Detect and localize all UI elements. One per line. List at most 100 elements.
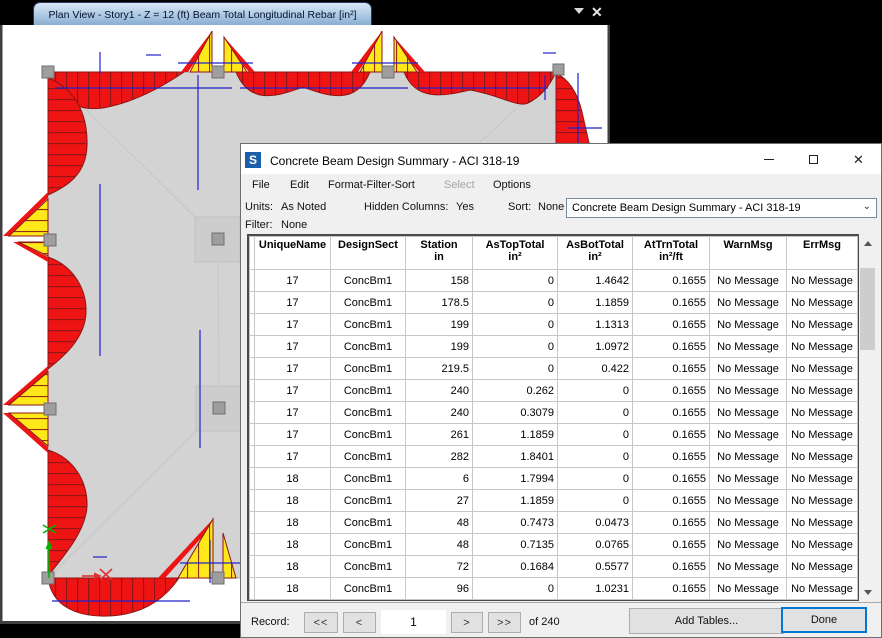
table-cell[interactable]: 0.7135 — [473, 534, 558, 556]
table-cell[interactable]: 0 — [473, 336, 558, 358]
table-cell[interactable]: 96 — [406, 578, 473, 600]
table-cell[interactable]: No Message — [710, 314, 787, 336]
table-row[interactable]: 17ConcBm12611.185900.1655No MessageNo Me… — [250, 424, 858, 446]
table-cell[interactable]: ConcBm1 — [331, 512, 406, 534]
table-row[interactable]: 17ConcBm12400.26200.1655No MessageNo Mes… — [250, 380, 858, 402]
table-cell[interactable]: 1.0231 — [558, 578, 633, 600]
table-cell[interactable]: 0.1655 — [633, 336, 710, 358]
table-cell[interactable]: 0 — [473, 314, 558, 336]
table-cell[interactable]: No Message — [787, 490, 858, 512]
table-cell[interactable]: 199 — [406, 336, 473, 358]
table-cell[interactable]: 0 — [473, 358, 558, 380]
table-cell[interactable]: ConcBm1 — [331, 468, 406, 490]
table-cell[interactable]: 158 — [406, 270, 473, 292]
table-cell[interactable]: 0.1655 — [633, 292, 710, 314]
table-cell[interactable]: 0.5577 — [558, 556, 633, 578]
table-cell[interactable]: 18 — [255, 578, 331, 600]
scroll-down-button[interactable] — [860, 584, 875, 600]
table-cell[interactable]: ConcBm1 — [331, 490, 406, 512]
first-record-button[interactable]: << — [304, 612, 338, 633]
table-cell[interactable]: 72 — [406, 556, 473, 578]
table-cell[interactable]: 0.1655 — [633, 556, 710, 578]
table-row[interactable]: 17ConcBm119901.13130.1655No MessageNo Me… — [250, 314, 858, 336]
table-cell[interactable]: 0.1655 — [633, 358, 710, 380]
table-cell[interactable]: No Message — [710, 380, 787, 402]
table-cell[interactable]: No Message — [710, 270, 787, 292]
table-cell[interactable]: 240 — [406, 380, 473, 402]
table-cell[interactable]: ConcBm1 — [331, 292, 406, 314]
table-row[interactable]: 17ConcBm1219.500.4220.1655No MessageNo M… — [250, 358, 858, 380]
table-cell[interactable]: No Message — [710, 292, 787, 314]
table-cell[interactable]: 282 — [406, 446, 473, 468]
table-cell[interactable]: 0.1655 — [633, 424, 710, 446]
table-cell[interactable]: No Message — [710, 358, 787, 380]
table-cell[interactable]: ConcBm1 — [331, 402, 406, 424]
table-cell[interactable]: No Message — [787, 380, 858, 402]
table-selector-dropdown[interactable]: Concrete Beam Design Summary - ACI 318-1… — [566, 198, 877, 218]
table-cell[interactable]: 0.1655 — [633, 512, 710, 534]
table-cell[interactable]: No Message — [787, 534, 858, 556]
table-cell[interactable]: No Message — [787, 556, 858, 578]
table-cell[interactable]: 17 — [255, 402, 331, 424]
table-cell[interactable]: 0.7473 — [473, 512, 558, 534]
table-row[interactable]: 17ConcBm119901.09720.1655No MessageNo Me… — [250, 336, 858, 358]
table-cell[interactable]: No Message — [787, 336, 858, 358]
table-cell[interactable]: 18 — [255, 512, 331, 534]
scrollbar-thumb[interactable] — [860, 268, 875, 350]
table-cell[interactable]: 1.7994 — [473, 468, 558, 490]
table-cell[interactable]: 0 — [558, 380, 633, 402]
table-row[interactable]: 18ConcBm1480.71350.07650.1655No MessageN… — [250, 534, 858, 556]
table-cell[interactable]: 261 — [406, 424, 473, 446]
table-row[interactable]: 18ConcBm1720.16840.55770.1655No MessageN… — [250, 556, 858, 578]
table-cell[interactable]: 0 — [558, 446, 633, 468]
table-cell[interactable]: 0.1655 — [633, 270, 710, 292]
table-row[interactable]: 18ConcBm1271.185900.1655No MessageNo Mes… — [250, 490, 858, 512]
table-cell[interactable]: 0 — [558, 424, 633, 446]
menu-options[interactable]: Options — [493, 179, 531, 191]
table-cell[interactable]: 0.1655 — [633, 490, 710, 512]
table-cell[interactable]: 17 — [255, 446, 331, 468]
table-cell[interactable]: 17 — [255, 424, 331, 446]
table-row[interactable]: 18ConcBm1480.74730.04730.1655No MessageN… — [250, 512, 858, 534]
table-cell[interactable]: 0.262 — [473, 380, 558, 402]
table-cell[interactable]: 27 — [406, 490, 473, 512]
table-cell[interactable]: No Message — [787, 468, 858, 490]
table-cell[interactable]: 6 — [406, 468, 473, 490]
table-cell[interactable]: ConcBm1 — [331, 578, 406, 600]
table-cell[interactable]: 0.1655 — [633, 314, 710, 336]
table-cell[interactable]: No Message — [787, 402, 858, 424]
table-cell[interactable]: 0.422 — [558, 358, 633, 380]
table-cell[interactable]: 0 — [473, 292, 558, 314]
table-cell[interactable]: No Message — [787, 358, 858, 380]
menu-select[interactable]: Select — [444, 179, 475, 191]
table-cell[interactable]: No Message — [710, 402, 787, 424]
table-cell[interactable]: No Message — [710, 534, 787, 556]
table-cell[interactable]: ConcBm1 — [331, 314, 406, 336]
table-cell[interactable]: No Message — [710, 424, 787, 446]
table-cell[interactable]: No Message — [787, 424, 858, 446]
table-cell[interactable]: 0 — [473, 578, 558, 600]
table-cell[interactable]: 0.1655 — [633, 578, 710, 600]
table-cell[interactable]: No Message — [787, 512, 858, 534]
table-cell[interactable]: 1.1859 — [473, 424, 558, 446]
maximize-button[interactable] — [791, 145, 836, 173]
table-cell[interactable]: 240 — [406, 402, 473, 424]
table-cell[interactable]: 0.1655 — [633, 402, 710, 424]
table-cell[interactable]: 0.1655 — [633, 446, 710, 468]
table-cell[interactable]: 18 — [255, 556, 331, 578]
table-cell[interactable]: No Message — [787, 292, 858, 314]
table-cell[interactable]: ConcBm1 — [331, 446, 406, 468]
table-row[interactable]: 17ConcBm1178.501.18590.1655No MessageNo … — [250, 292, 858, 314]
table-cell[interactable]: No Message — [710, 512, 787, 534]
table-cell[interactable]: No Message — [787, 446, 858, 468]
menu-edit[interactable]: Edit — [290, 179, 309, 191]
record-number-input[interactable] — [381, 610, 446, 634]
table-cell[interactable]: 0 — [558, 402, 633, 424]
table-cell[interactable]: No Message — [710, 446, 787, 468]
table-cell[interactable]: 48 — [406, 534, 473, 556]
table-cell[interactable]: 178.5 — [406, 292, 473, 314]
table-cell[interactable]: ConcBm1 — [331, 270, 406, 292]
last-record-button[interactable]: >> — [488, 612, 521, 633]
table-cell[interactable]: ConcBm1 — [331, 336, 406, 358]
close-button[interactable]: ✕ — [836, 145, 881, 173]
